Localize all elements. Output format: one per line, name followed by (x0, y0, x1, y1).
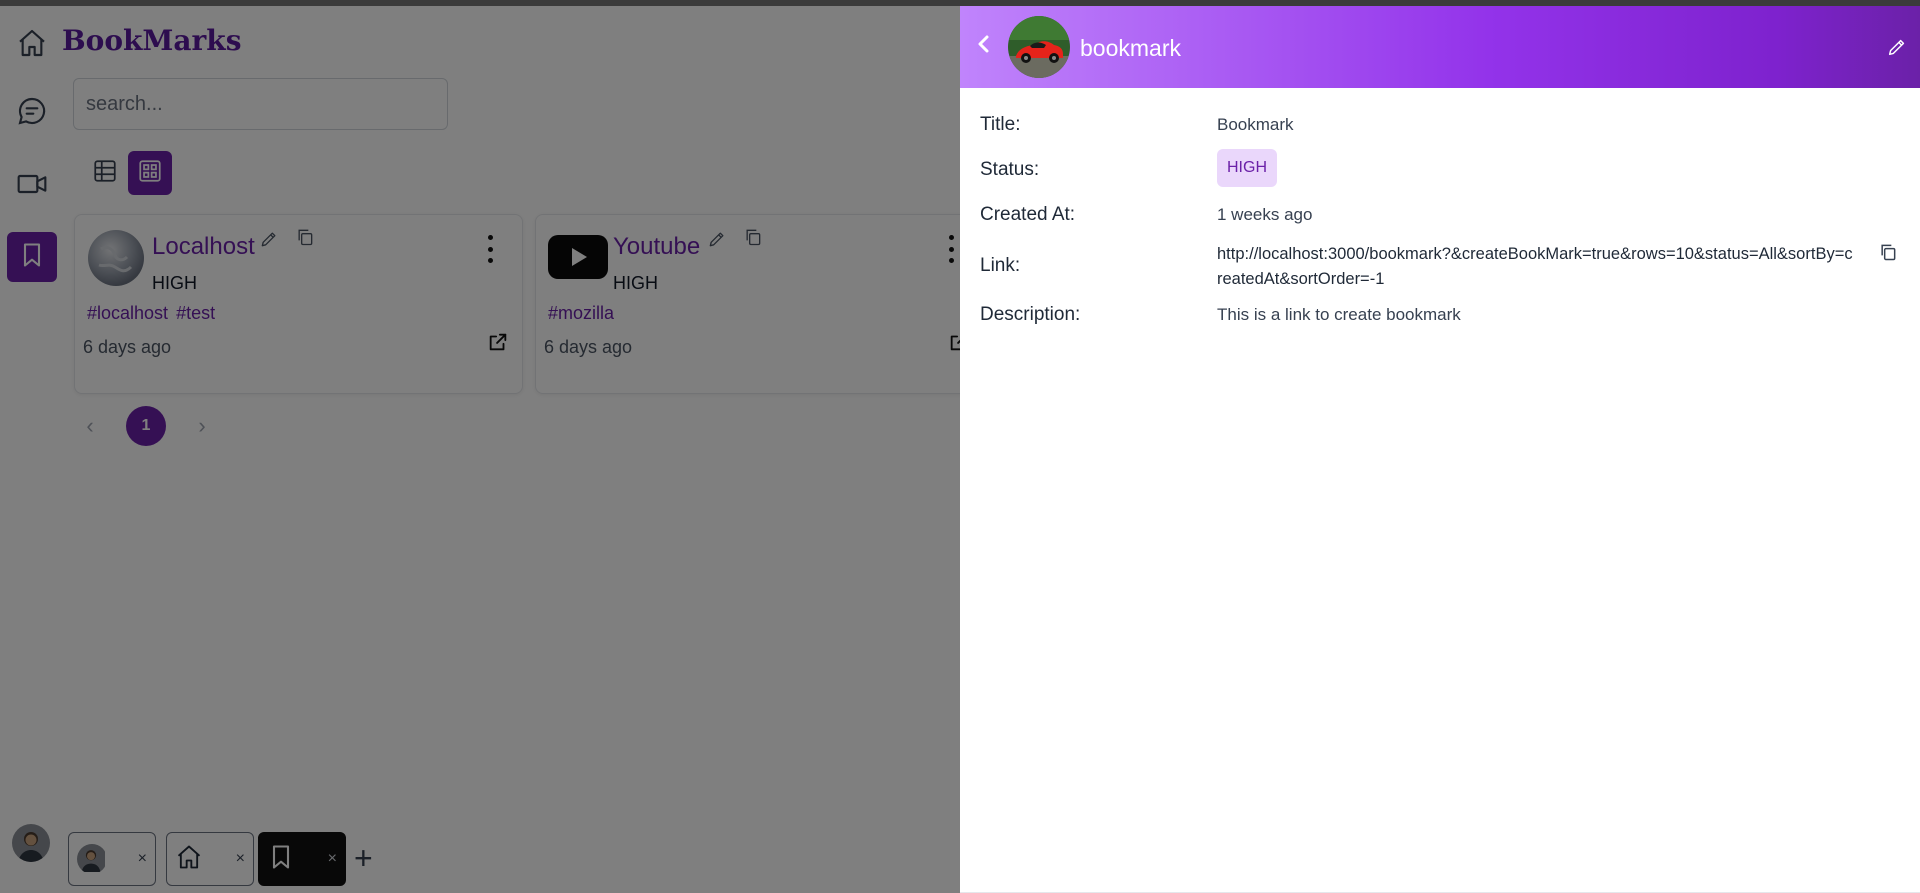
created-at-value: 1 weeks ago (1217, 205, 1313, 224)
copy-icon[interactable] (1878, 242, 1898, 267)
link-value[interactable]: http://localhost:3000/bookmark?&createBo… (1217, 242, 1857, 292)
description-label: Description: (980, 304, 1081, 325)
window-top-border (0, 0, 1920, 6)
status-label: Status: (980, 159, 1040, 180)
bookmark-detail-drawer: bookmark Title: Bookmark Status: HIGH Cr… (960, 6, 1920, 893)
drawer-header: bookmark (960, 6, 1920, 88)
title-value: Bookmark (1217, 115, 1294, 134)
description-value: This is a link to create bookmark (1217, 305, 1461, 324)
app-root: BookMarks Localhost HIGH #localho (0, 6, 1920, 893)
created-at-label: Created At: (980, 204, 1076, 225)
bookmark-avatar (1008, 16, 1070, 78)
link-label: Link: (980, 255, 1021, 276)
drawer-title: bookmark (1080, 35, 1181, 61)
modal-backdrop[interactable] (0, 6, 960, 893)
status-badge: HIGH (1217, 149, 1277, 187)
edit-icon[interactable] (1886, 36, 1908, 63)
back-icon[interactable] (972, 32, 996, 61)
title-label: Title: (980, 114, 1021, 135)
